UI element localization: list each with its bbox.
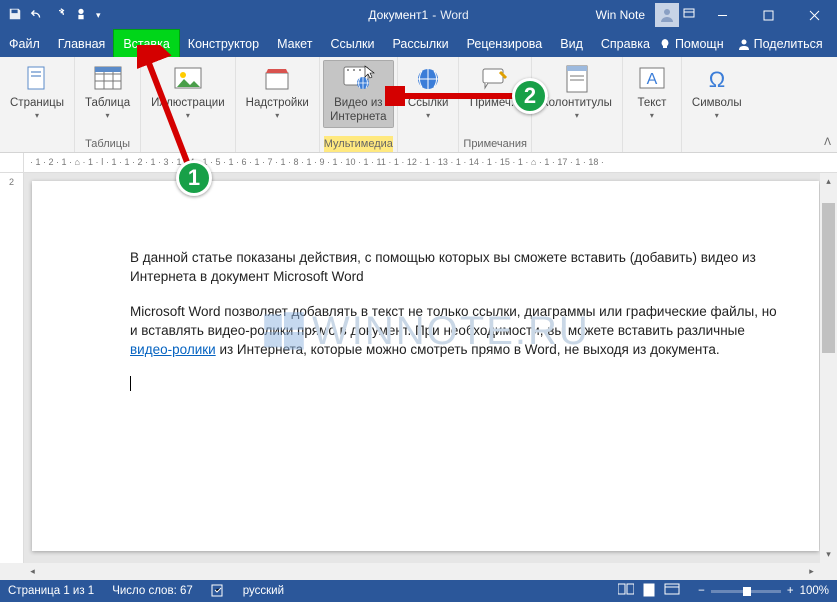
scroll-up-icon[interactable]: ▴ (820, 173, 837, 190)
status-language[interactable]: русский (243, 585, 284, 597)
tab-file[interactable]: Файл (0, 30, 49, 57)
tab-design[interactable]: Конструктор (179, 30, 268, 57)
text-button[interactable]: A Текст▾ (627, 61, 677, 122)
zoom-slider[interactable] (711, 590, 781, 593)
zoom-in-icon[interactable]: + (787, 585, 794, 597)
vertical-scrollbar[interactable]: ▴ ▾ (820, 173, 837, 563)
group-comments: Примечания (463, 136, 527, 152)
scroll-left-icon[interactable]: ◂ (24, 566, 41, 577)
ribbon-insert: Страницы▾ Таблица▾ Таблицы Иллюстрации▾ … (0, 57, 837, 153)
paragraph-2: Microsoft Word позволяет добавлять в тек… (130, 303, 783, 360)
online-video-button[interactable]: Видео из Интернета (324, 61, 392, 127)
ribbon-tabs: Файл Главная Вставка Конструктор Макет С… (0, 30, 837, 57)
header-footer-icon (561, 63, 593, 95)
pages-button[interactable]: Страницы▾ (4, 61, 70, 122)
scroll-down-icon[interactable]: ▾ (820, 546, 837, 563)
globe-icon (412, 63, 444, 95)
tab-help[interactable]: Справка (592, 30, 659, 57)
tab-references[interactable]: Ссылки (321, 30, 383, 57)
tab-insert[interactable]: Вставка (114, 30, 178, 57)
cursor-icon (364, 65, 378, 79)
close-button[interactable] (791, 0, 837, 30)
document-area: 2 WINNOTE.RU В данной статье показаны де… (0, 173, 837, 563)
illustrations-button[interactable]: Иллюстрации▾ (145, 61, 231, 122)
print-layout-icon[interactable] (642, 583, 656, 600)
zoom-value[interactable]: 100% (800, 585, 829, 597)
group-tables: Таблицы (79, 136, 136, 152)
svg-text:A: A (647, 71, 658, 88)
ruler-horizontal[interactable]: · 1 · 2 · 1 · ⌂ · 1 · ⅼ · 1 · 1 · 2 · 1 … (0, 153, 837, 173)
omega-icon: Ω (701, 63, 733, 95)
app-name: Word (440, 8, 468, 22)
save-icon[interactable] (8, 7, 22, 24)
maximize-button[interactable] (745, 0, 791, 30)
undo-icon[interactable] (30, 7, 44, 24)
touch-mode-icon[interactable] (74, 7, 88, 24)
tab-view[interactable]: Вид (551, 30, 592, 57)
group-multimedia: Мультимедиа (324, 136, 393, 152)
person-icon (738, 38, 750, 50)
scroll-right-icon[interactable]: ▸ (803, 566, 820, 577)
picture-icon (172, 63, 204, 95)
title-bar: ▾ Документ1 - Word Win Note (0, 0, 837, 30)
tab-layout[interactable]: Макет (268, 30, 321, 57)
addon-label: Win Note (586, 8, 655, 22)
video-globe-icon (342, 63, 374, 95)
store-icon (261, 63, 293, 95)
tab-review[interactable]: Рецензирова (458, 30, 552, 57)
tell-me[interactable]: Помощн (659, 37, 724, 51)
status-page[interactable]: Страница 1 из 1 (8, 585, 94, 597)
zoom-out-icon[interactable]: − (698, 585, 705, 597)
comment-button[interactable]: Примеч... (464, 61, 527, 113)
horizontal-scrollbar[interactable]: ◂ ▸ (0, 563, 837, 580)
web-layout-icon[interactable] (664, 583, 680, 600)
ruler-vertical[interactable]: 2 (0, 173, 24, 563)
page-icon (21, 63, 53, 95)
status-word-count[interactable]: Число слов: 67 (112, 585, 193, 597)
status-bar: Страница 1 из 1 Число слов: 67 русский −… (0, 580, 837, 602)
tab-home[interactable]: Главная (49, 30, 115, 57)
tab-mailings[interactable]: Рассылки (383, 30, 457, 57)
document-name: Документ1 (368, 8, 428, 22)
header-footer-button[interactable]: Колонтитулы▾ (536, 61, 618, 122)
read-mode-icon[interactable] (618, 583, 634, 600)
table-icon (92, 63, 124, 95)
redo-icon[interactable] (52, 7, 66, 24)
qat-customize-icon[interactable]: ▾ (96, 10, 101, 21)
symbols-button[interactable]: Ω Символы▾ (686, 61, 748, 122)
quick-access-toolbar: ▾ (0, 7, 109, 24)
ribbon-options-icon[interactable] (679, 7, 699, 24)
lightbulb-icon (659, 38, 671, 50)
share-button[interactable]: Поделиться (738, 37, 823, 51)
view-buttons (618, 583, 680, 600)
table-button[interactable]: Таблица▾ (79, 61, 136, 122)
paragraph-1: В данной статье показаны действия, с пом… (130, 249, 783, 287)
comment-icon (479, 63, 511, 95)
user-avatar[interactable] (655, 3, 679, 27)
addins-button[interactable]: Надстройки▾ (240, 61, 315, 122)
status-proofing-icon[interactable] (211, 583, 225, 600)
zoom-control[interactable]: − + 100% (698, 585, 829, 597)
document-page[interactable]: WINNOTE.RU В данной статье показаны дейс… (32, 181, 819, 551)
window-title: Документ1 - Word (368, 8, 468, 22)
textbox-icon: A (636, 63, 668, 95)
text-cursor (130, 376, 131, 391)
minimize-button[interactable] (699, 0, 745, 30)
collapse-ribbon-icon[interactable]: ᐱ (820, 135, 835, 150)
links-button[interactable]: Ссылки▾ (402, 61, 455, 122)
scroll-thumb-v[interactable] (822, 203, 835, 353)
video-link[interactable]: видео-ролики (130, 342, 216, 357)
svg-text:Ω: Ω (709, 67, 725, 91)
